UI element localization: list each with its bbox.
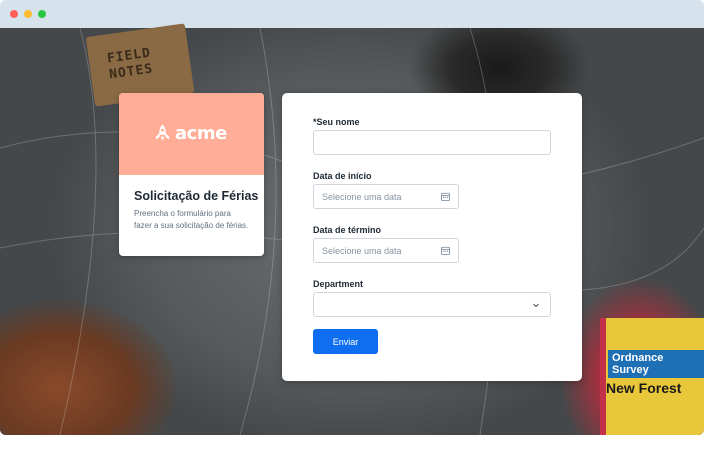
start-date-label: Data de início <box>313 171 372 181</box>
minimize-window-button[interactable] <box>24 10 32 18</box>
os-map-title: New Forest <box>606 380 682 396</box>
chevron-down-icon[interactable] <box>532 301 540 309</box>
brand-logo: acme <box>153 122 227 144</box>
end-date-label: Data de término <box>313 225 382 235</box>
end-date-placeholder: Selecione uma data <box>322 245 402 256</box>
request-form: *Seu nome Data de início Selecione uma d… <box>282 93 582 381</box>
start-date-input[interactable]: Selecione uma data <box>313 184 459 209</box>
close-window-button[interactable] <box>10 10 18 18</box>
rocket-icon <box>155 124 170 141</box>
form-description: Preencha o formulário para fazer a sua s… <box>134 209 249 230</box>
start-date-placeholder: Selecione uma data <box>322 191 402 202</box>
end-date-input[interactable]: Selecione uma data <box>313 238 459 263</box>
calendar-icon[interactable] <box>441 192 450 201</box>
brand-card: acme Solicitação de Férias Preencha o fo… <box>119 93 264 256</box>
department-select[interactable] <box>313 292 551 317</box>
submit-button[interactable]: Enviar <box>313 329 378 354</box>
brand-banner: acme <box>119 93 264 175</box>
maximize-window-button[interactable] <box>38 10 46 18</box>
os-map-brand: Ordnance Survey <box>608 350 704 378</box>
name-label: *Seu nome <box>313 117 360 127</box>
form-title: Solicitação de Férias <box>134 189 259 203</box>
title-bar <box>0 0 704 28</box>
department-label: Department <box>313 279 364 289</box>
brand-wordmark: acme <box>175 122 227 144</box>
calendar-icon[interactable] <box>441 246 450 255</box>
name-input[interactable] <box>313 130 551 155</box>
